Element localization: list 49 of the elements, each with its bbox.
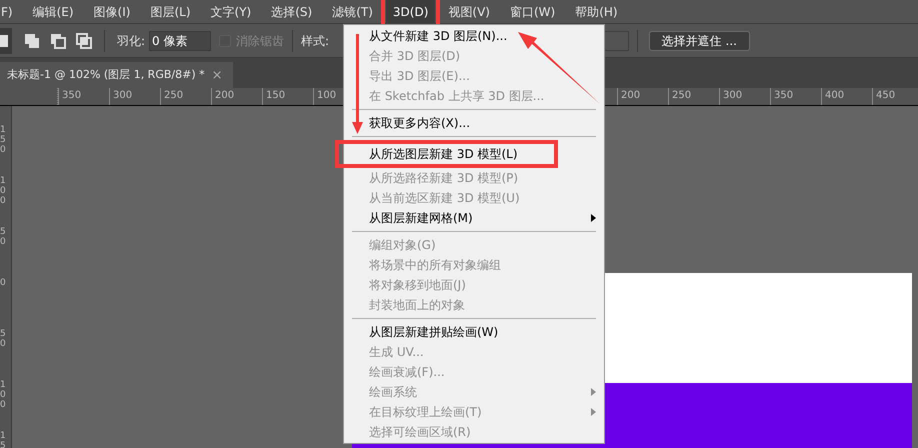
select-and-mask-button[interactable]: 选择并遮住 ... xyxy=(648,30,750,50)
ruler-label: 15 xyxy=(0,432,7,448)
submenu-arrow-icon xyxy=(591,214,596,222)
ruler-label: 50 xyxy=(0,228,7,248)
add-selection-icon[interactable] xyxy=(24,32,40,48)
style-label: 样式: xyxy=(301,32,330,50)
menu-bar-item[interactable]: 图像(I) xyxy=(86,0,138,24)
feather-label: 羽化: xyxy=(117,32,146,50)
menu-bar-item[interactable]: 窗口(W) xyxy=(502,0,562,24)
submenu-arrow-icon xyxy=(591,408,596,416)
ruler-label: 350 xyxy=(61,89,82,101)
menu-item[interactable]: 从图层新建拼贴绘画(W) xyxy=(344,322,604,342)
submenu-arrow-icon xyxy=(591,388,596,396)
feather-field[interactable]: 0 像素 xyxy=(149,30,212,50)
ruler-label: 100 xyxy=(0,177,7,207)
menu-bar-item[interactable]: 图层(L) xyxy=(143,0,198,24)
menu-bar-item[interactable]: 帮助(H) xyxy=(568,0,625,24)
menu-bar-item[interactable]: 3D(D) xyxy=(386,0,436,24)
ruler-label: 200 xyxy=(214,89,234,101)
menu-item[interactable]: 从图层新建网格(M) xyxy=(344,208,604,228)
menu-bar-item[interactable]: 滤镜(T) xyxy=(325,0,380,24)
ruler-label: 200 xyxy=(620,89,640,101)
menu-bar-item[interactable]: 视图(V) xyxy=(441,0,497,24)
ruler-label: 100 xyxy=(316,89,336,101)
menu-item[interactable]: 从文件新建 3D 图层(N)... xyxy=(344,26,604,46)
subtract-selection-icon[interactable] xyxy=(50,32,66,48)
ruler-label: 150 xyxy=(0,126,7,156)
menu-bar-item[interactable]: 选择(S) xyxy=(264,0,320,24)
menu-item[interactable]: 从所选图层新建 3D 模型(L) xyxy=(344,144,549,164)
ruler-label: 100 xyxy=(0,381,7,411)
ruler-label: 400 xyxy=(824,89,844,101)
menu-bar-item[interactable]: 文字(Y) xyxy=(204,0,258,24)
ruler-label: 50 xyxy=(0,330,7,350)
selection-mode-icon[interactable] xyxy=(0,28,12,54)
ruler-label: 300 xyxy=(722,89,742,101)
intersect-selection-icon[interactable] xyxy=(76,32,92,48)
document-tab-title: 未标题-1 @ 102% (图层 1, RGB/8#) * xyxy=(7,66,205,83)
ruler-label: 300 xyxy=(112,89,132,101)
tab-close-button[interactable]: × xyxy=(212,68,223,82)
document-tab[interactable]: 未标题-1 @ 102% (图层 1, RGB/8#) * × xyxy=(0,62,233,88)
ruler-label: 250 xyxy=(163,89,184,101)
ruler-label: 350 xyxy=(773,89,794,101)
ruler-label: 450 xyxy=(875,89,896,101)
ruler-label: 250 xyxy=(671,89,692,101)
menu-bar-item[interactable]: F) xyxy=(0,0,20,24)
menu-item[interactable]: 获取更多内容(X)... xyxy=(344,113,604,133)
menu-bar-item[interactable]: 编辑(E) xyxy=(26,0,81,24)
ruler-label: 150 xyxy=(265,89,286,101)
ruler-label: 0 xyxy=(0,279,7,289)
